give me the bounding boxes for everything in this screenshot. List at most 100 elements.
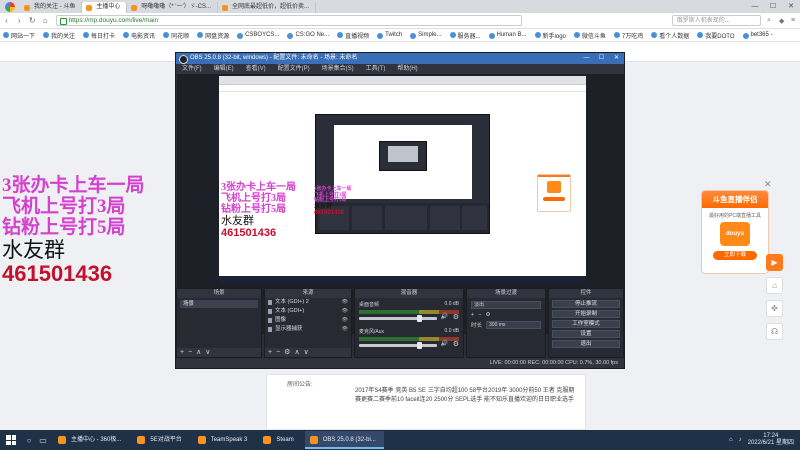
bookmark-item[interactable]: 直播视频 [334,31,374,40]
url-input[interactable]: https://mp.douyu.com/live/main [55,15,522,26]
promo-close-icon[interactable]: ✕ [764,179,772,190]
bookmark-item[interactable]: Twitch [374,32,407,39]
scenes-toolbar[interactable]: +−∧∨ [177,348,261,357]
download-button[interactable]: 立即下载 [713,251,757,260]
source-item[interactable]: 文本 (GDI+) 2 [265,298,351,307]
bookmark-item[interactable]: 我要DOTO [694,31,739,40]
browser-tab[interactable]: 呀嘞嘞嘞（* 'ー'）ゞ-CS... [127,2,218,13]
taskbar-app[interactable]: Steam [258,431,301,449]
gamepad-icon[interactable]: ✜ [766,300,783,317]
maximize-icon[interactable]: ☐ [594,53,609,64]
volume-slider[interactable] [359,342,437,349]
browser-tab[interactable]: 我的关注 - 斗鱼 [20,2,83,13]
transition-select[interactable]: 淡出 [471,301,541,309]
gear-icon[interactable]: ⚙ [485,312,490,318]
bookmark-item[interactable]: 服务器... [447,31,486,40]
obs-menu-item[interactable]: 查看(V) [240,64,272,74]
search-icon[interactable]: ⌕ [767,17,776,25]
search-input[interactable]: 俄罗斯人机表现的... [671,15,762,26]
network-icon[interactable]: ⌂ [729,437,733,443]
bookmark-item[interactable]: 同花顺 [160,31,194,40]
extension-icon[interactable]: ◆ [779,17,788,25]
obs-menu-item[interactable]: 场景集合(S) [316,64,360,74]
volume-slider[interactable] [359,315,437,322]
channel-db: 0.0 dB [444,328,459,334]
bookmark-item[interactable]: Simple... [407,32,446,39]
play-icon[interactable]: ▶ [766,254,783,271]
start-button[interactable] [0,430,22,450]
obs-title-bar: OBS 25.0.8 (32-bit, windows) - 配置文件: 未命名… [176,53,624,64]
overlay-line: 水友群 [314,203,333,210]
exit-button[interactable]: 退出 [552,340,620,348]
minimize-icon[interactable]: — [746,0,764,13]
preview-screen-capture: 3张办卡上车一局 飞机上号打3局 钻粉上号打5局 水友群 461501436 3… [219,76,586,284]
promo-card[interactable]: 斗鱼直播伴侣 最好用的PC端直播工具 douyu 立即下载 [701,190,769,274]
taskbar-app[interactable]: OBS 25.0.8 (32-bi... [304,431,384,449]
toolbar-icons: ⌕ ◆ ≡ [767,17,800,25]
bookmark-item[interactable]: 微信斗鱼 [571,31,611,40]
bookmark-item[interactable]: 网盘资源 [194,31,234,40]
obs-menu-item[interactable]: 工具(T) [360,64,392,74]
sources-toolbar[interactable]: +−⚙∧∨ [265,348,351,357]
taskbar-app[interactable]: 主播中心 - 360极... [53,431,129,449]
task-view-icon[interactable]: ▭ [36,436,50,445]
scene-item[interactable]: 场景 [180,300,258,308]
obs-menu-item[interactable]: 文件(F) [176,64,208,74]
minimize-icon[interactable]: — [579,53,594,64]
transition-add-row: + − ⚙ [471,312,541,318]
bookmark-item[interactable]: Human B... [486,32,532,39]
overlay-line: 461501436 [221,227,277,240]
bookmark-item[interactable]: bet365 - [740,32,778,39]
speaker-icon[interactable]: 🔊 [441,340,448,347]
gear-icon[interactable]: ⚙ [453,313,459,321]
sources-header: 来源 [265,289,351,298]
studio-mode-button[interactable]: 工作室模式 [552,320,620,328]
source-item[interactable]: 显示器捕获 [265,325,351,334]
volume-icon[interactable]: ♪ [739,437,742,443]
source-item[interactable]: 文本 (GDI+) [265,307,351,316]
browser-logo-icon[interactable] [0,0,20,13]
speaker-icon[interactable]: 🔊 [441,313,448,320]
taskbar-app[interactable]: TeamSpeak 3 [193,431,256,449]
bookmark-item[interactable]: 看个人数据 [648,31,694,40]
search-icon[interactable]: ○ [22,436,36,445]
clock[interactable]: 17:24 2022/6/21 星期四 [748,433,794,447]
start-recording-button[interactable]: 开始录制 [552,310,620,318]
forward-icon[interactable]: › [13,16,26,25]
plus-icon[interactable]: + [471,312,474,318]
bookmark-item[interactable]: 每日打卡 [80,31,120,40]
source-item[interactable]: 图像 [265,316,351,325]
browser-tab[interactable]: 全网底最超低价，超低价卖... [218,2,317,13]
headset-icon[interactable]: ☊ [766,323,783,340]
stop-streaming-button[interactable]: 停止推流 [552,300,620,308]
duration-input[interactable]: 300 ms [486,321,541,329]
refresh-icon[interactable]: ↻ [26,16,39,25]
home-icon[interactable]: ⌂ [766,277,783,294]
minus-icon[interactable]: − [478,312,481,318]
home-icon[interactable]: ⌂ [39,16,52,25]
menu-icon[interactable]: ≡ [791,17,800,25]
bookmark-item[interactable]: 我的关注 [40,31,80,40]
transition-duration-row: 时长 300 ms [471,321,541,329]
obs-menu-item[interactable]: 配置文件(P) [272,64,316,74]
back-icon[interactable]: ‹ [0,16,13,25]
obs-menu-item[interactable]: 编辑(E) [208,64,240,74]
maximize-icon[interactable]: ☐ [764,0,782,13]
bookmark-item[interactable]: 网站一下 [0,31,40,40]
bookmark-item[interactable]: 新手logo [532,31,571,40]
obs-menu-item[interactable]: 帮助(H) [391,64,423,74]
browser-tab-active[interactable]: 主播中心 [82,2,128,13]
bookmark-item[interactable]: 7万吃鸡 [611,31,648,40]
settings-button[interactable]: 设置 [552,330,620,338]
bookmark-item[interactable]: 电影资讯 [120,31,160,40]
windows-logo-icon [6,435,16,445]
close-icon[interactable]: ✕ [782,0,800,13]
captured-browser-bar [219,76,586,85]
taskbar-app[interactable]: 5E对战平台 [132,431,189,449]
transitions-dock: 场景过渡 淡出 + − ⚙ 时长 300 ms [466,288,546,358]
bookmark-item[interactable]: CSBOYCS... [234,32,284,39]
gear-icon[interactable]: ⚙ [453,340,459,348]
bookmark-item[interactable]: CS:GO Ne... [284,32,334,39]
duration-label: 时长 [471,323,483,329]
close-icon[interactable]: ✕ [609,53,624,64]
